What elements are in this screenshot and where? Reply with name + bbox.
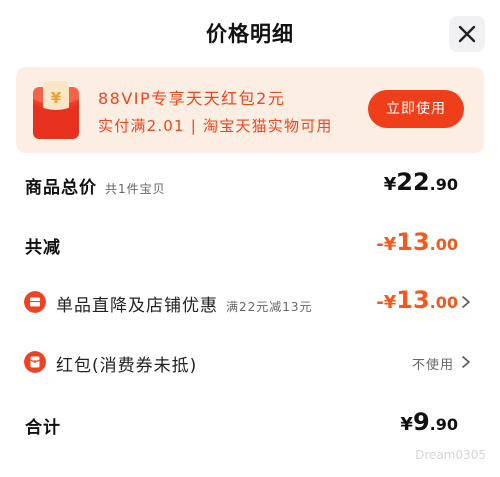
item-count: 共1件宝贝 bbox=[105, 182, 166, 196]
red-packet-row[interactable]: 红包(消费券未抵) 不使用 bbox=[0, 342, 500, 382]
chevron-right-icon bbox=[462, 296, 470, 308]
red-packet-small-icon bbox=[24, 351, 46, 373]
modal-header: 价格明细 bbox=[0, 0, 500, 66]
banner-promo-title: 88VIP专享天天红包2元 bbox=[98, 89, 286, 108]
watermark: Dream0305 bbox=[415, 448, 486, 462]
total-row: 合计 ¥9.90 bbox=[0, 404, 500, 444]
shop-discount-row[interactable]: 单品直降及店铺优惠 满22元减13元 -¥13.00 bbox=[0, 282, 500, 322]
shop-discount-label: 单品直降及店铺优惠 bbox=[56, 296, 218, 316]
total-reduction-value: -¥13.00 bbox=[376, 228, 458, 256]
subtotal-label: 商品总价 bbox=[25, 178, 97, 198]
shop-discount-value: -¥13.00 bbox=[376, 286, 458, 314]
vip-red-packet-banner: ¥ 88VIP专享天天红包2元 实付满2.01 | 淘宝天猫实物可用 立即使用 bbox=[16, 67, 484, 153]
total-value: ¥9.90 bbox=[400, 408, 458, 436]
total-reduction-row: 共减 -¥13.00 bbox=[0, 224, 500, 264]
subtotal-value: ¥22.90 bbox=[383, 168, 458, 196]
total-reduction-label: 共减 bbox=[25, 238, 61, 258]
chevron-right-icon bbox=[462, 356, 470, 368]
total-label: 合计 bbox=[25, 418, 61, 438]
page-title: 价格明细 bbox=[206, 22, 294, 46]
red-packet-label: 红包(消费券未抵) bbox=[56, 356, 198, 376]
coupon-icon bbox=[24, 291, 46, 313]
close-button[interactable] bbox=[449, 16, 485, 52]
svg-text:¥: ¥ bbox=[51, 89, 62, 107]
close-icon bbox=[458, 25, 476, 43]
red-packet-status: 不使用 bbox=[411, 358, 454, 373]
shop-discount-rule: 满22元减13元 bbox=[226, 300, 313, 314]
use-now-button[interactable]: 立即使用 bbox=[368, 90, 464, 128]
banner-promo-condition: 实付满2.01 | 淘宝天猫实物可用 bbox=[98, 117, 333, 135]
subtotal-row: 商品总价 共1件宝贝 ¥22.90 bbox=[0, 164, 500, 204]
red-packet-icon: ¥ bbox=[33, 81, 79, 139]
